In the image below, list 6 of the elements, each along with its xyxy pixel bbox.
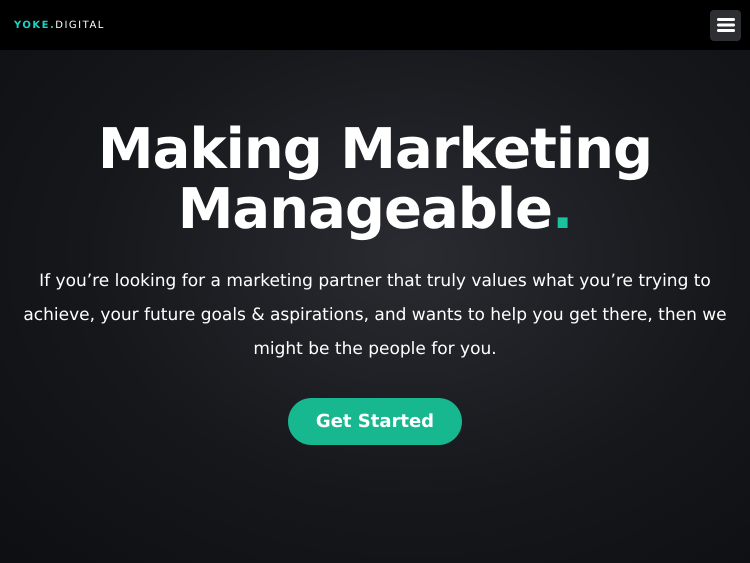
hero-headline: Making Marketing Manageable.: [96, 120, 654, 240]
menu-button[interactable]: [710, 10, 741, 40]
logo-text[interactable]: DIGITAL: [55, 20, 105, 30]
logo-brand[interactable]: YOKE.: [14, 20, 56, 30]
menu-icon: [716, 18, 734, 32]
hero-description: If you’re looking for a marketing partner that truly values what you’re trying to achieve, your future goals & aspirations, and wants to help you get there, then we might be the people for you.: [22, 270, 728, 361]
